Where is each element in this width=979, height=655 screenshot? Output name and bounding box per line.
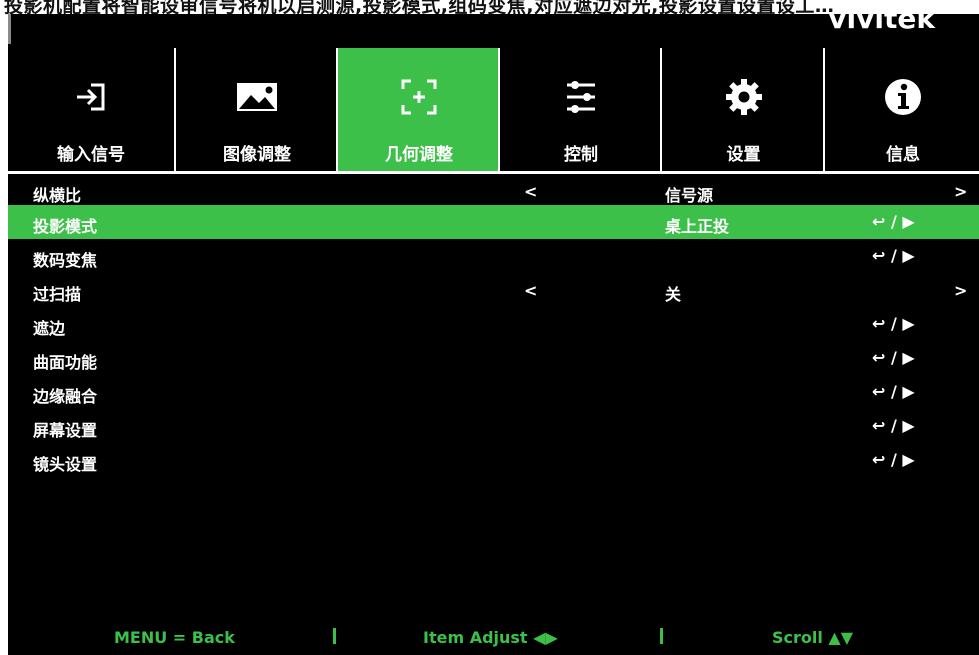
- row-label: 遮边: [33, 319, 66, 338]
- left-arrow-button[interactable]: <: [524, 281, 537, 300]
- row-label: 镜头设置: [33, 455, 98, 474]
- tab-label: 几何调整: [385, 145, 453, 165]
- row-label: 屏幕设置: [33, 421, 98, 440]
- tab-image-adjust[interactable]: 图像调整: [174, 48, 338, 171]
- enter-submenu-icon[interactable]: ↩ / ▶: [872, 314, 915, 333]
- geometry-icon: [338, 76, 500, 118]
- menu-back-hint: MENU = Back: [114, 628, 235, 647]
- gear-icon: [662, 76, 825, 118]
- right-arrow-button[interactable]: >: [954, 182, 967, 201]
- row-label: 纵横比: [33, 186, 82, 205]
- image-icon: [176, 76, 338, 118]
- menu-row-digital-zoom[interactable]: 数码变焦 ↩ / ▶: [8, 239, 979, 273]
- tab-label: 图像调整: [223, 145, 291, 165]
- enter-submenu-icon[interactable]: ↩ / ▶: [872, 450, 915, 469]
- row-label: 过扫描: [33, 285, 82, 304]
- footer-hint-bar: MENU = Back Item Adjust ◀▶ Scroll ▲▼: [8, 618, 979, 655]
- tab-label: 设置: [726, 145, 761, 165]
- tab-settings[interactable]: 设置: [660, 48, 825, 171]
- menu-row-lens-settings[interactable]: 镜头设置 ↩ / ▶: [8, 443, 979, 477]
- footer-separator: [333, 628, 336, 644]
- tab-bar: 输入信号 图像调整 几何调整 控制 设置 信息: [8, 48, 979, 171]
- menu-row-curved-surface[interactable]: 曲面功能 ↩ / ▶: [8, 341, 979, 375]
- right-arrow-button[interactable]: >: [954, 281, 967, 300]
- tab-label: 输入信号: [57, 145, 125, 165]
- row-label: 曲面功能: [33, 353, 98, 372]
- enter-submenu-icon[interactable]: ↩ / ▶: [872, 246, 915, 265]
- enter-submenu-icon[interactable]: ↩ / ▶: [872, 382, 915, 401]
- tab-input-signal[interactable]: 输入信号: [8, 48, 174, 171]
- tab-geometry-adjust[interactable]: 几何调整: [336, 48, 500, 171]
- frame-edge: [8, 14, 11, 44]
- tab-control[interactable]: 控制: [498, 48, 662, 171]
- row-label: 数码变焦: [33, 251, 98, 270]
- input-icon: [8, 76, 174, 118]
- info-icon: [825, 76, 979, 118]
- row-label: 边缘融合: [33, 387, 98, 406]
- row-value: 信号源: [665, 186, 714, 205]
- tab-info[interactable]: 信息: [823, 48, 979, 171]
- menu-row-aspect-ratio[interactable]: 纵横比 < 信号源 >: [8, 174, 979, 208]
- enter-submenu-icon[interactable]: ↩ / ▶: [872, 416, 915, 435]
- tab-label: 信息: [886, 145, 920, 165]
- menu-row-projection-mode[interactable]: 投影模式 桌上正投 ↩ / ▶: [8, 205, 979, 239]
- tab-label: 控制: [564, 145, 598, 165]
- enter-submenu-icon[interactable]: ↩ / ▶: [872, 348, 915, 367]
- row-label: 投影模式: [33, 217, 98, 236]
- footer-separator: [660, 628, 663, 644]
- menu-row-overscan[interactable]: 过扫描 < 关 >: [8, 273, 979, 307]
- row-value: 桌上正投: [665, 217, 730, 236]
- enter-submenu-icon[interactable]: ↩ / ▶: [872, 212, 915, 231]
- vivitek-logo: vivitek: [828, 2, 935, 35]
- item-adjust-hint: Item Adjust ◀▶: [423, 628, 558, 647]
- menu-row-edge-blending[interactable]: 边缘融合 ↩ / ▶: [8, 375, 979, 409]
- control-sliders-icon: [500, 76, 662, 118]
- row-value: 关: [665, 285, 682, 304]
- menu-row-masking[interactable]: 遮边 ↩ / ▶: [8, 307, 979, 341]
- scroll-hint: Scroll ▲▼: [772, 628, 854, 647]
- left-arrow-button[interactable]: <: [524, 182, 537, 201]
- menu-row-screen-settings[interactable]: 屏幕设置 ↩ / ▶: [8, 409, 979, 443]
